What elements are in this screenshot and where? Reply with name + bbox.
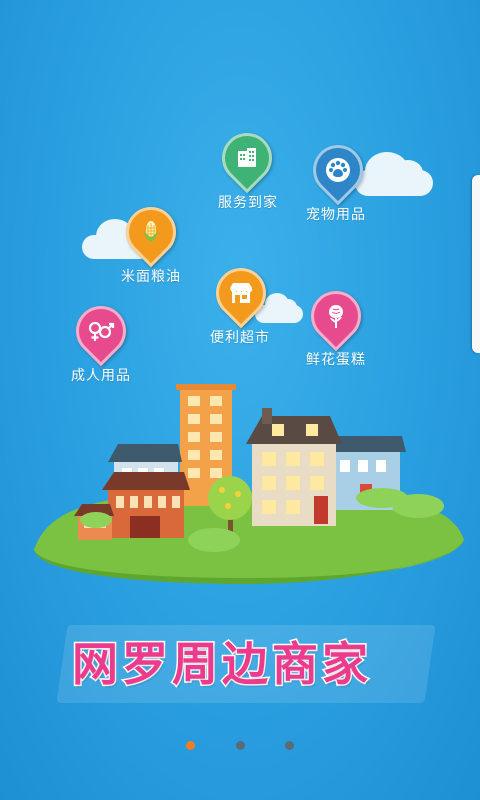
convenience-store-label[interactable]: 便利超市: [210, 327, 270, 347]
grain-oil-label[interactable]: 米面粮油: [121, 266, 181, 286]
rose-icon: [329, 305, 343, 328]
paw-icon: [326, 158, 350, 182]
banner-title: 网罗周边商家: [71, 636, 372, 693]
page-indicator-dot[interactable]: [236, 741, 245, 750]
service-home-label[interactable]: 服务到家: [218, 192, 278, 212]
cloud-decoration: [355, 152, 433, 196]
service-home-pin[interactable]: [211, 122, 283, 194]
flower-cake-label[interactable]: 鲜花蛋糕: [306, 349, 366, 369]
corn-icon: [143, 221, 159, 242]
store-icon: [230, 283, 252, 303]
building-icon: [238, 148, 256, 167]
drawer-handle[interactable]: [472, 175, 480, 353]
page-indicator-dot[interactable]: [285, 741, 294, 750]
adult-products-pin[interactable]: [65, 295, 137, 367]
town-illustration: [34, 384, 464, 584]
page-indicator-dot-active[interactable]: [186, 741, 195, 750]
flower-cake-pin[interactable]: [300, 280, 372, 352]
gender-icon: [88, 321, 115, 341]
pet-supplies-label[interactable]: 宠物用品: [306, 204, 366, 224]
cloud-decoration: [255, 293, 303, 323]
